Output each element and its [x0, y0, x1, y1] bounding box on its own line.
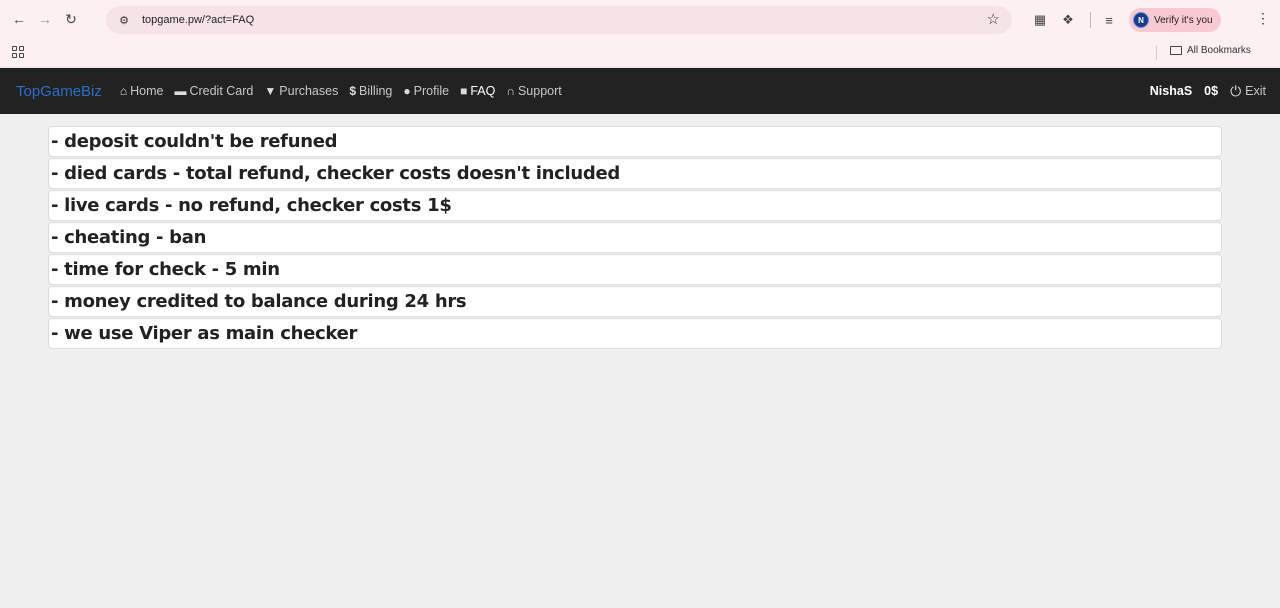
back-arrow-icon[interactable]: ←: [8, 8, 30, 30]
faq-item: - died cards - total refund, checker cos…: [48, 158, 1222, 189]
bookmarks-bar: All Bookmarks: [0, 38, 1280, 68]
address-bar[interactable]: ⚙ topgame.pw/?act=FAQ ☆: [106, 6, 1012, 34]
nav-home-label: Home: [130, 84, 164, 98]
nav-billing-label: Billing: [359, 84, 393, 98]
nav-home[interactable]: ⌂ Home: [120, 84, 164, 98]
forward-arrow-icon[interactable]: →: [34, 8, 56, 30]
power-icon: ⏻: [1230, 82, 1242, 99]
nav-faq[interactable]: ■ FAQ: [460, 84, 495, 98]
reload-icon[interactable]: ↻: [60, 8, 82, 30]
headphones-icon: ∩: [506, 84, 515, 98]
credit-card-icon: ▬: [174, 84, 187, 98]
faq-item: - live cards - no refund, checker costs …: [48, 190, 1222, 221]
bookmarks-divider: [1156, 46, 1157, 60]
balance: 0$: [1204, 84, 1219, 98]
cart-icon: ▼: [264, 84, 277, 98]
nav-credit-card[interactable]: ▬ Credit Card: [174, 84, 253, 98]
exit-link[interactable]: ⏻ Exit: [1230, 83, 1266, 100]
nav-purchases-label: Purchases: [279, 84, 339, 98]
faq-item: - deposit couldn't be refuned: [48, 126, 1222, 157]
url-text: topgame.pw/?act=FAQ: [142, 14, 255, 26]
home-icon: ⌂: [119, 84, 128, 98]
folder-icon: [1170, 46, 1182, 55]
faq-item: - cheating - ban: [48, 222, 1222, 253]
book-icon: ■: [460, 84, 468, 98]
nav-credit-card-label: Credit Card: [189, 84, 254, 98]
app-navbar: TopGameBiz ⌂ Home ▬ Credit Card ▼ Purcha…: [0, 68, 1280, 114]
username[interactable]: NishaS: [1150, 84, 1192, 98]
faq-list: - deposit couldn't be refuned - died car…: [0, 114, 1280, 349]
brand-link[interactable]: TopGameBiz: [16, 83, 102, 100]
bookmark-star-icon[interactable]: ☆: [987, 10, 1000, 28]
reading-list-icon[interactable]: ≡: [1097, 8, 1121, 32]
toolbar-divider: [1090, 12, 1091, 28]
nav-profile[interactable]: ● Profile: [403, 84, 449, 98]
site-info-icon[interactable]: ⚙: [114, 10, 134, 30]
nav-support[interactable]: ∩ Support: [506, 84, 561, 98]
nav-billing[interactable]: $ Billing: [349, 84, 392, 98]
faq-item: - we use Viper as main checker: [48, 318, 1222, 349]
nav-profile-label: Profile: [413, 84, 450, 98]
nav-purchases[interactable]: ▼ Purchases: [264, 84, 338, 98]
profile-label: Verify it's you: [1154, 14, 1213, 26]
profile-button[interactable]: N Verify it's you: [1129, 8, 1221, 32]
user-icon: ●: [403, 84, 411, 98]
nav-faq-label: FAQ: [470, 84, 496, 98]
translate-icon[interactable]: ▦: [1028, 8, 1052, 32]
dollar-icon: $: [349, 84, 357, 98]
all-bookmarks-label: All Bookmarks: [1187, 45, 1251, 56]
faq-item: - time for check - 5 min: [48, 254, 1222, 285]
browser-right-tools: ▦ ❖ ≡ N Verify it's you: [1028, 6, 1221, 34]
navbar-right: NishaS 0$ ⏻ Exit: [1150, 68, 1266, 114]
exit-label: Exit: [1245, 84, 1266, 98]
menu-kebab-icon[interactable]: ⋮: [1256, 10, 1270, 27]
profile-avatar: N: [1133, 12, 1149, 28]
browser-toolbar: ← → ↻ ⚙ topgame.pw/?act=FAQ ☆ ▦ ❖ ≡ N Ve…: [0, 0, 1280, 38]
nav-support-label: Support: [517, 84, 562, 98]
faq-item: - money credited to balance during 24 hr…: [48, 286, 1222, 317]
extensions-icon[interactable]: ❖: [1056, 8, 1080, 32]
all-bookmarks-button[interactable]: All Bookmarks: [1170, 45, 1251, 56]
apps-grid-icon[interactable]: [12, 46, 24, 58]
